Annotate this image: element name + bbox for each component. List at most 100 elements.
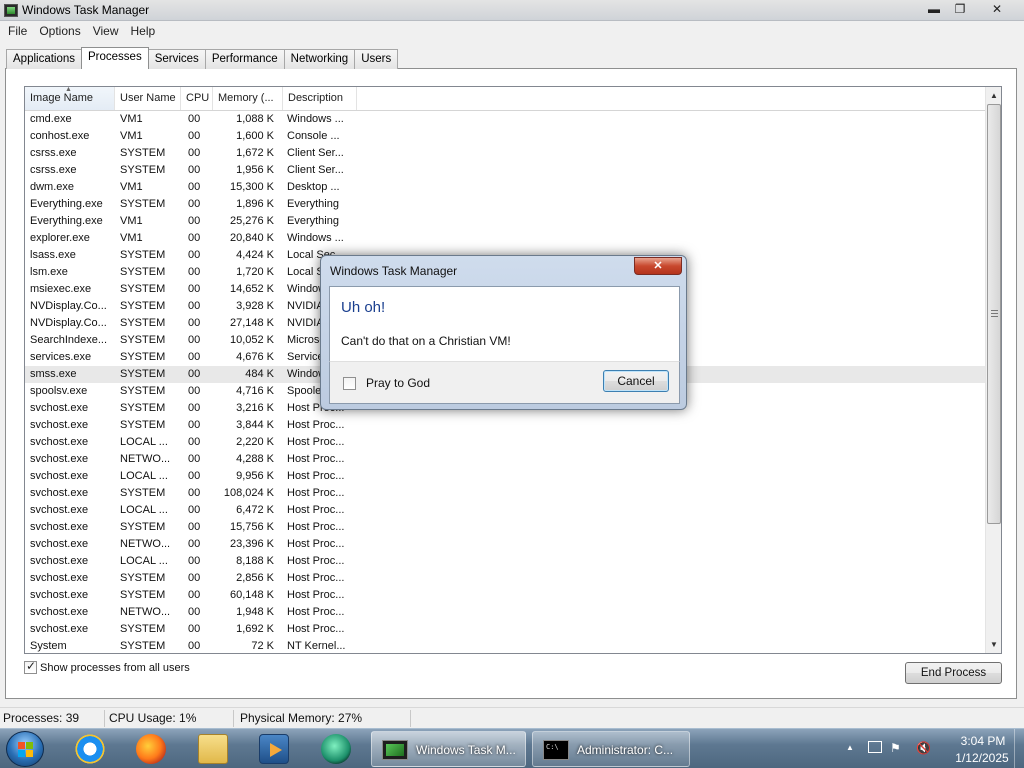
tab-performance[interactable]: Performance	[204, 49, 285, 69]
tab-networking[interactable]: Networking	[283, 49, 356, 69]
column-image-name[interactable]: ▲ Image Name	[25, 87, 115, 110]
table-row[interactable]: Everything.exe SYSTEM 00 1,896 K Everything	[25, 196, 985, 213]
close-window-button[interactable]: ✕	[972, 0, 1022, 18]
process-user-name: LOCAL ...	[120, 470, 168, 482]
taskbar-command-prompt[interactable]: Administrator: C...	[532, 731, 690, 767]
volume-muted-icon[interactable]: 🔇	[916, 741, 931, 755]
show-all-users-option[interactable]: Show processes from all users	[24, 659, 190, 674]
table-row[interactable]: svchost.exe LOCAL ... 00 2,220 K Host Proc..…	[25, 434, 985, 451]
process-image-name: NVDisplay.Co...	[30, 300, 107, 312]
tab-services[interactable]: Services	[147, 49, 206, 69]
pray-to-god-checkbox[interactable]	[343, 376, 356, 390]
table-row[interactable]: Everything.exe VM1 00 25,276 K Everything	[25, 213, 985, 230]
dialog-close-button[interactable]: ✕	[634, 257, 682, 275]
table-row[interactable]: csrss.exe SYSTEM 00 1,672 K Client Ser...	[25, 145, 985, 162]
menu-help[interactable]: Help	[125, 22, 162, 41]
column-description[interactable]: Description	[283, 87, 357, 110]
process-image-name: dwm.exe	[30, 181, 75, 193]
pray-to-god-option[interactable]: Pray to God	[343, 376, 430, 390]
status-divider	[233, 710, 234, 727]
network-icon[interactable]	[868, 741, 882, 753]
table-row[interactable]: svchost.exe LOCAL ... 00 8,188 K Host Proc..…	[25, 553, 985, 570]
table-row[interactable]: svchost.exe LOCAL ... 00 9,956 K Host Proc..…	[25, 468, 985, 485]
process-user-name: LOCAL ...	[120, 504, 168, 516]
process-description: Console ...	[287, 130, 340, 142]
tab-users[interactable]: Users	[354, 49, 399, 69]
start-button[interactable]	[6, 731, 44, 767]
process-image-name: msiexec.exe	[30, 283, 92, 295]
table-row[interactable]: svchost.exe SYSTEM 00 2,856 K Host Proc...	[25, 570, 985, 587]
table-row[interactable]: csrss.exe SYSTEM 00 1,956 K Client Ser...	[25, 162, 985, 179]
internet-explorer-icon[interactable]	[66, 732, 114, 766]
table-row[interactable]: svchost.exe NETWO... 00 4,288 K Host Proc...	[25, 451, 985, 468]
status-divider	[104, 710, 105, 727]
clock-date[interactable]: 1/12/2025	[946, 751, 1018, 765]
table-row[interactable]: svchost.exe SYSTEM 00 15,756 K Host Proc...	[25, 519, 985, 536]
action-center-flag-icon[interactable]: ⚑	[890, 741, 901, 755]
process-image-name: csrss.exe	[30, 147, 77, 159]
process-user-name: SYSTEM	[120, 147, 166, 159]
process-cpu: 00	[188, 640, 201, 652]
clock-time[interactable]: 3:04 PM	[950, 734, 1016, 748]
process-memory: 23,396 K	[229, 538, 274, 550]
process-memory: 27,148 K	[229, 317, 274, 329]
show-desktop-button[interactable]	[1014, 729, 1024, 768]
process-user-name: VM1	[120, 215, 143, 227]
scroll-down-icon[interactable]: ▼	[986, 636, 1001, 653]
process-image-name: lsm.exe	[30, 266, 68, 278]
process-list-header: ▲ Image Name User Name CPU Memory (... D…	[25, 87, 985, 111]
process-description: Everything	[287, 215, 339, 227]
maximize-button[interactable]: ❐	[946, 0, 974, 18]
column-user-name[interactable]: User Name	[115, 87, 181, 110]
process-user-name: SYSTEM	[120, 640, 166, 652]
menu-file[interactable]: File	[2, 22, 33, 41]
tab-processes[interactable]: Processes	[81, 47, 149, 69]
show-all-users-checkbox[interactable]	[24, 659, 37, 674]
scroll-up-icon[interactable]: ▲	[986, 87, 1001, 104]
table-row[interactable]: svchost.exe SYSTEM 00 1,692 K Host Proc...	[25, 621, 985, 638]
table-row[interactable]: svchost.exe LOCAL ... 00 6,472 K Host Proc..…	[25, 502, 985, 519]
process-memory: 1,088 K	[236, 113, 274, 125]
scroll-thumb[interactable]	[987, 104, 1001, 524]
show-hidden-icons-icon[interactable]: ▲	[846, 743, 854, 752]
tab-strip: Applications Processes Services Performa…	[6, 47, 399, 69]
menu-view[interactable]: View	[87, 22, 125, 41]
taskbar-task-label: Windows Task M...	[416, 743, 516, 757]
media-player-icon[interactable]	[250, 732, 298, 766]
minimize-button[interactable]: ▬	[920, 0, 948, 18]
cancel-button[interactable]: Cancel	[603, 370, 669, 392]
table-row[interactable]: cmd.exe VM1 00 1,088 K Windows ...	[25, 111, 985, 128]
process-memory: 1,720 K	[236, 266, 274, 278]
taskbar-task-manager[interactable]: Windows Task M...	[371, 731, 526, 767]
column-cpu[interactable]: CPU	[181, 87, 213, 110]
status-bar: Processes: 39 CPU Usage: 1% Physical Mem…	[0, 707, 1024, 728]
column-memory[interactable]: Memory (...	[213, 87, 283, 110]
table-row[interactable]: svchost.exe NETWO... 00 1,948 K Host Proc...	[25, 604, 985, 621]
app-icon[interactable]	[312, 732, 360, 766]
process-memory: 72 K	[251, 640, 274, 652]
process-cpu: 00	[188, 453, 201, 465]
vertical-scrollbar[interactable]: ▲ ▼	[985, 87, 1001, 653]
process-description: Host Proc...	[287, 521, 345, 533]
end-process-button[interactable]: End Process	[905, 662, 1002, 684]
process-memory: 14,652 K	[229, 283, 274, 295]
process-cpu: 00	[188, 181, 201, 193]
table-row[interactable]: svchost.exe SYSTEM 00 60,148 K Host Proc...	[25, 587, 985, 604]
table-row[interactable]: svchost.exe SYSTEM 00 3,844 K Host Proc...	[25, 417, 985, 434]
status-cpu-usage: CPU Usage: 1%	[109, 711, 197, 725]
process-memory: 1,692 K	[236, 623, 274, 635]
table-row[interactable]: svchost.exe SYSTEM 00 108,024 K Host Proc...	[25, 485, 985, 502]
table-row[interactable]: conhost.exe VM1 00 1,600 K Console ...	[25, 128, 985, 145]
table-row[interactable]: dwm.exe VM1 00 15,300 K Desktop ...	[25, 179, 985, 196]
show-all-users-label: Show processes from all users	[40, 661, 190, 674]
table-row[interactable]: System SYSTEM 00 72 K NT Kernel...	[25, 638, 985, 653]
process-cpu: 00	[188, 198, 201, 210]
process-memory: 3,844 K	[236, 419, 274, 431]
table-row[interactable]: svchost.exe NETWO... 00 23,396 K Host Proc..…	[25, 536, 985, 553]
table-row[interactable]: explorer.exe VM1 00 20,840 K Windows ...	[25, 230, 985, 247]
windows-explorer-icon[interactable]	[189, 732, 237, 766]
menu-options[interactable]: Options	[33, 22, 86, 41]
process-user-name: SYSTEM	[120, 198, 166, 210]
tab-applications[interactable]: Applications	[6, 49, 83, 69]
firefox-icon[interactable]	[127, 732, 175, 766]
